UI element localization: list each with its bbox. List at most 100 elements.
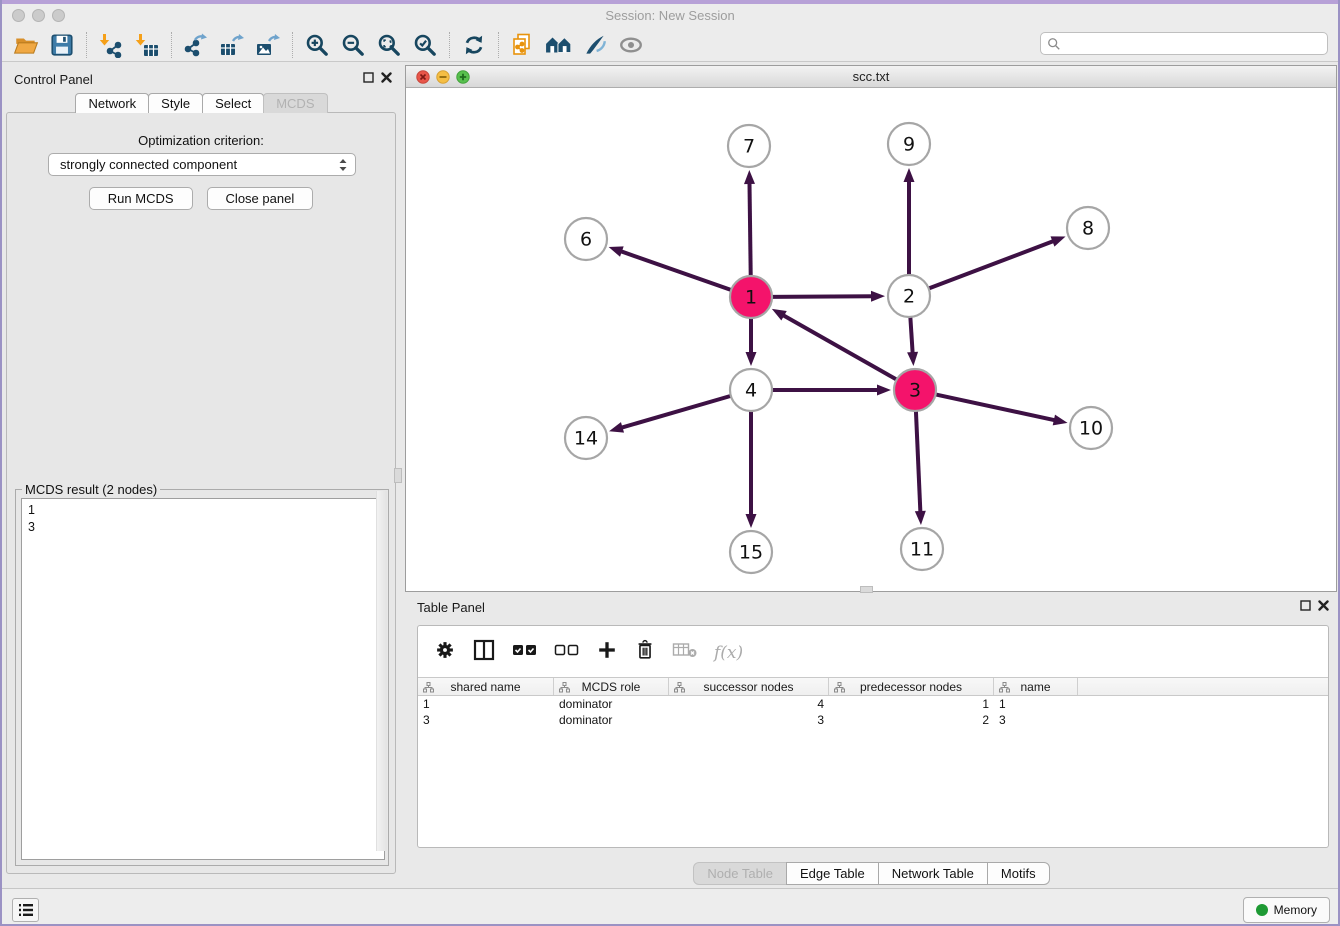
cell-MCDS-role[interactable]: dominator: [554, 712, 669, 728]
close-table-panel-icon[interactable]: [1318, 600, 1329, 611]
zoom-in-icon[interactable]: [299, 30, 335, 60]
network-zoom-button[interactable]: [457, 71, 469, 83]
close-panel-button[interactable]: Close panel: [207, 187, 314, 210]
graph-edge-4-15[interactable]: [746, 411, 757, 528]
cell-successor-nodes[interactable]: 3: [669, 712, 829, 728]
columns-icon[interactable]: [472, 638, 496, 667]
horizontal-splitter-grip[interactable]: [860, 586, 873, 593]
graph-node-14[interactable]: 14: [565, 417, 607, 459]
graph-edge-1-2[interactable]: [772, 291, 885, 302]
control-panel-title: Control Panel: [14, 72, 93, 87]
graph-node-1[interactable]: 1: [730, 276, 772, 318]
cell-name[interactable]: 1: [994, 696, 1078, 712]
cell-predecessor-nodes[interactable]: 1: [829, 696, 994, 712]
tab-network[interactable]: Network: [75, 93, 149, 113]
save-session-icon[interactable]: [44, 30, 80, 60]
network-close-button[interactable]: [417, 71, 429, 83]
graph-node-11[interactable]: 11: [901, 528, 943, 570]
network-minimize-button[interactable]: [437, 71, 449, 83]
tab-select[interactable]: Select: [202, 93, 264, 113]
tab-node-table[interactable]: Node Table: [693, 862, 787, 885]
svg-text:10: 10: [1079, 418, 1103, 440]
select-all-icon[interactable]: [512, 641, 538, 664]
export-network-icon[interactable]: [178, 30, 214, 60]
memory-button[interactable]: Memory: [1243, 897, 1330, 923]
add-column-icon[interactable]: [596, 639, 618, 666]
graph-node-3[interactable]: 3: [894, 369, 936, 411]
run-mcds-button[interactable]: Run MCDS: [89, 187, 193, 210]
tab-edge-table[interactable]: Edge Table: [786, 862, 879, 885]
deselect-all-icon[interactable]: [554, 641, 580, 664]
svg-text:2: 2: [903, 286, 915, 308]
network-window-titlebar[interactable]: scc.txt: [406, 66, 1336, 88]
task-history-button[interactable]: [12, 898, 39, 922]
cell-predecessor-nodes[interactable]: 2: [829, 712, 994, 728]
zoom-selected-icon[interactable]: [407, 30, 443, 60]
search-input[interactable]: [1066, 37, 1321, 51]
cell-name[interactable]: 3: [994, 712, 1078, 728]
network-canvas[interactable]: 7 9 6 8 1 2 4 3 14 10 15 11: [406, 88, 1336, 591]
graph-edge-2-3[interactable]: [907, 317, 918, 366]
graph-edge-2-9[interactable]: [904, 168, 915, 275]
search-icon: [1047, 37, 1061, 51]
export-table-icon[interactable]: [214, 30, 250, 60]
window-frame-top: [0, 0, 1340, 4]
table-row[interactable]: 3dominator323: [418, 712, 1328, 728]
result-scrollbar[interactable]: [376, 491, 387, 851]
column-header-name[interactable]: name: [994, 678, 1078, 695]
export-image-icon[interactable]: [250, 30, 286, 60]
refresh-icon[interactable]: [456, 30, 492, 60]
style-brush-icon[interactable]: [577, 30, 613, 60]
table-row[interactable]: 1dominator411: [418, 696, 1328, 712]
search-field[interactable]: [1040, 32, 1328, 55]
zoom-out-icon[interactable]: [335, 30, 371, 60]
graph-node-8[interactable]: 8: [1067, 207, 1109, 249]
graph-edge-2-8[interactable]: [929, 236, 1066, 288]
import-table-icon[interactable]: [129, 30, 165, 60]
graph-node-10[interactable]: 10: [1070, 407, 1112, 449]
column-header-shared-name[interactable]: shared name: [418, 678, 554, 695]
graph-node-15[interactable]: 15: [730, 531, 772, 573]
graph-node-9[interactable]: 9: [888, 123, 930, 165]
zoom-fit-icon[interactable]: [371, 30, 407, 60]
home-layout-icon[interactable]: [541, 30, 577, 60]
svg-text:8: 8: [1082, 218, 1094, 240]
cell-MCDS-role[interactable]: dominator: [554, 696, 669, 712]
criterion-select[interactable]: strongly connected component: [48, 153, 356, 176]
graph-edge-1-7[interactable]: [744, 170, 755, 276]
duplicate-network-icon[interactable]: [505, 30, 541, 60]
tab-motifs[interactable]: Motifs: [987, 862, 1050, 885]
mcds-result-text[interactable]: 1 3: [21, 498, 385, 860]
status-bar: Memory: [0, 888, 1340, 926]
close-panel-icon[interactable]: [381, 72, 392, 83]
tab-mcds[interactable]: MCDS: [263, 93, 327, 113]
column-header-successor-nodes[interactable]: successor nodes: [669, 678, 829, 695]
cell-shared-name[interactable]: 3: [418, 712, 554, 728]
graph-edge-3-10[interactable]: [936, 394, 1068, 425]
control-panel: Control Panel NetworkStyleSelectMCDS Opt…: [2, 65, 400, 882]
tab-network-table[interactable]: Network Table: [878, 862, 988, 885]
delete-column-icon[interactable]: [634, 639, 656, 666]
graph-edge-3-1[interactable]: [772, 309, 897, 380]
column-header-MCDS-role[interactable]: MCDS role: [554, 678, 669, 695]
graph-edge-3-11[interactable]: [915, 411, 926, 525]
show-hide-icon[interactable]: [613, 30, 649, 60]
graph-node-2[interactable]: 2: [888, 275, 930, 317]
vertical-splitter-grip[interactable]: [394, 468, 402, 483]
column-header-predecessor-nodes[interactable]: predecessor nodes: [829, 678, 994, 695]
import-network-icon[interactable]: [93, 30, 129, 60]
graph-edge-4-3[interactable]: [772, 385, 891, 396]
float-panel-icon[interactable]: [363, 72, 374, 83]
float-table-panel-icon[interactable]: [1300, 600, 1311, 611]
graph-node-6[interactable]: 6: [565, 218, 607, 260]
tab-style[interactable]: Style: [148, 93, 203, 113]
graph-node-4[interactable]: 4: [730, 369, 772, 411]
gear-icon[interactable]: [434, 639, 456, 666]
open-file-icon[interactable]: [8, 30, 44, 60]
graph-edge-4-14[interactable]: [609, 396, 731, 433]
graph-node-7[interactable]: 7: [728, 125, 770, 167]
cell-shared-name[interactable]: 1: [418, 696, 554, 712]
graph-edge-1-4[interactable]: [746, 318, 757, 366]
graph-edge-1-6[interactable]: [609, 246, 732, 290]
cell-successor-nodes[interactable]: 4: [669, 696, 829, 712]
